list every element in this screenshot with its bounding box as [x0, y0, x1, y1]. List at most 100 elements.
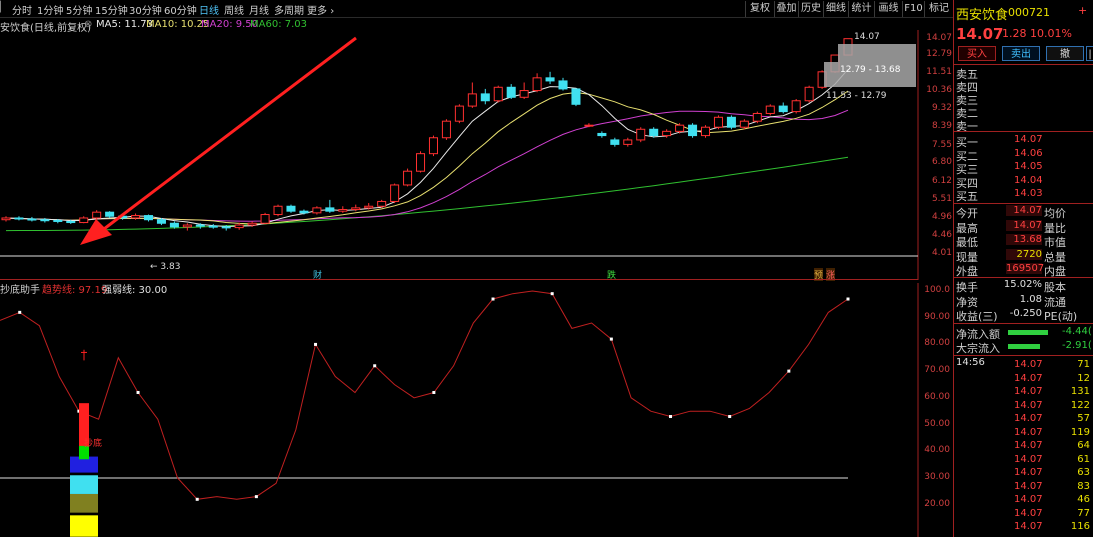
- adjust-button[interactable]: 复权: [745, 1, 774, 17]
- candle[interactable]: [40, 217, 50, 223]
- candle-body: [597, 132, 607, 137]
- candle[interactable]: [584, 123, 594, 128]
- indicator-chart[interactable]: [0, 283, 953, 537]
- thin-line-button[interactable]: 细线: [823, 1, 848, 17]
- candle[interactable]: [441, 119, 451, 140]
- candle[interactable]: [519, 82, 529, 100]
- candlestick-chart[interactable]: [0, 30, 953, 280]
- candle[interactable]: [610, 137, 620, 147]
- period-tab-5min[interactable]: 5分钟: [66, 2, 92, 17]
- price-axis-tick: 7.55: [931, 139, 952, 150]
- mark-button[interactable]: 标记: [924, 1, 953, 17]
- f10-button[interactable]: F10: [902, 1, 924, 17]
- candle[interactable]: [688, 123, 698, 138]
- candle[interactable]: [312, 206, 322, 215]
- stock-code: 000721: [1008, 6, 1050, 19]
- candle[interactable]: [208, 223, 218, 229]
- range-label-2: 11.53 - 12.79: [826, 91, 887, 101]
- ma-toggle-icon[interactable]: ⊗: [84, 19, 92, 30]
- candle[interactable]: [597, 131, 607, 138]
- candle[interactable]: [273, 204, 283, 217]
- tick-price: 14.07: [1014, 507, 1043, 519]
- candle[interactable]: [325, 199, 335, 213]
- candle[interactable]: [765, 104, 775, 116]
- candle[interactable]: [390, 183, 400, 204]
- candle[interactable]: [752, 111, 762, 124]
- candle[interactable]: [338, 206, 348, 213]
- period-tab-15min[interactable]: 15分钟: [95, 2, 128, 17]
- candle[interactable]: [623, 137, 633, 147]
- price-axis-tick: 14.07: [926, 32, 952, 43]
- tick-volume: 61: [1077, 453, 1090, 465]
- candle[interactable]: [428, 135, 438, 157]
- tick-volume: 77: [1077, 507, 1090, 519]
- cancel-order-button[interactable]: 撤: [1046, 46, 1084, 61]
- candle-body: [299, 210, 309, 214]
- candle[interactable]: [791, 99, 801, 114]
- history-button[interactable]: 历史: [798, 1, 823, 17]
- period-tab-multi[interactable]: 多周期: [274, 2, 304, 17]
- candle[interactable]: [804, 85, 814, 103]
- tick-time: 14:56: [956, 357, 985, 368]
- signal-bar-block: [70, 475, 98, 494]
- period-tab-60min[interactable]: 60分钟: [164, 2, 197, 17]
- candle[interactable]: [726, 115, 736, 130]
- buy-level-label: 买五: [956, 190, 978, 203]
- candle[interactable]: [571, 88, 581, 107]
- sell-button[interactable]: 卖出: [1002, 46, 1040, 61]
- candle-body: [182, 224, 192, 228]
- candle[interactable]: [403, 168, 413, 187]
- candle[interactable]: [377, 199, 387, 208]
- candle-body: [506, 86, 516, 98]
- tick-price: 14.07: [1014, 453, 1043, 465]
- candle[interactable]: [480, 88, 490, 105]
- candle[interactable]: [778, 102, 788, 114]
- candle[interactable]: [467, 82, 477, 108]
- candle[interactable]: [286, 204, 296, 213]
- candle[interactable]: [493, 85, 503, 103]
- period-tab-1min[interactable]: 1分钟: [37, 2, 63, 17]
- candle[interactable]: [713, 115, 723, 130]
- candle[interactable]: [558, 77, 568, 91]
- buy-button[interactable]: 买入: [958, 46, 996, 61]
- candle[interactable]: [416, 151, 426, 173]
- signal-bar-block: [70, 515, 98, 537]
- period-tab-intraday[interactable]: 分时: [12, 2, 32, 17]
- candle[interactable]: [92, 210, 102, 220]
- panel-more-button[interactable]: |: [1086, 46, 1093, 61]
- candle[interactable]: [506, 84, 516, 100]
- candle[interactable]: [454, 104, 464, 124]
- candle-body: [131, 215, 141, 219]
- high-price-label: 14.07: [854, 32, 880, 42]
- period-tab-30min[interactable]: 30分钟: [129, 2, 162, 17]
- candle[interactable]: [532, 73, 542, 93]
- stat-value: 13.68: [1006, 234, 1042, 245]
- candle[interactable]: [143, 214, 154, 222]
- candle[interactable]: [739, 119, 749, 130]
- candle-body: [169, 222, 179, 228]
- candle[interactable]: [14, 216, 24, 221]
- candle[interactable]: [1, 216, 11, 222]
- draw-button[interactable]: 画线: [874, 1, 902, 17]
- add-watch-icon[interactable]: +: [1078, 4, 1087, 17]
- candle-body: [234, 224, 244, 229]
- overlay-button[interactable]: 叠加: [774, 1, 798, 17]
- candle[interactable]: [636, 127, 646, 143]
- period-tab-monthly[interactable]: 月线: [249, 2, 269, 17]
- candle[interactable]: [545, 71, 555, 85]
- candle[interactable]: [27, 216, 37, 222]
- candle-body: [765, 105, 775, 114]
- period-tab-daily[interactable]: 日线: [199, 2, 219, 17]
- candle[interactable]: [700, 125, 711, 138]
- candle[interactable]: [79, 216, 89, 224]
- candle[interactable]: [182, 223, 192, 231]
- range-box-top: [838, 44, 916, 62]
- current-price: 14.07: [956, 25, 1004, 43]
- candle-body: [40, 219, 50, 222]
- candle[interactable]: [260, 212, 270, 224]
- period-tab-weekly[interactable]: 周线: [224, 2, 244, 17]
- candle[interactable]: [105, 211, 115, 218]
- period-tab-more[interactable]: 更多 ›: [307, 2, 334, 17]
- statistics-button[interactable]: 统计: [848, 1, 874, 17]
- buy-level-price: 14.04: [1014, 174, 1043, 186]
